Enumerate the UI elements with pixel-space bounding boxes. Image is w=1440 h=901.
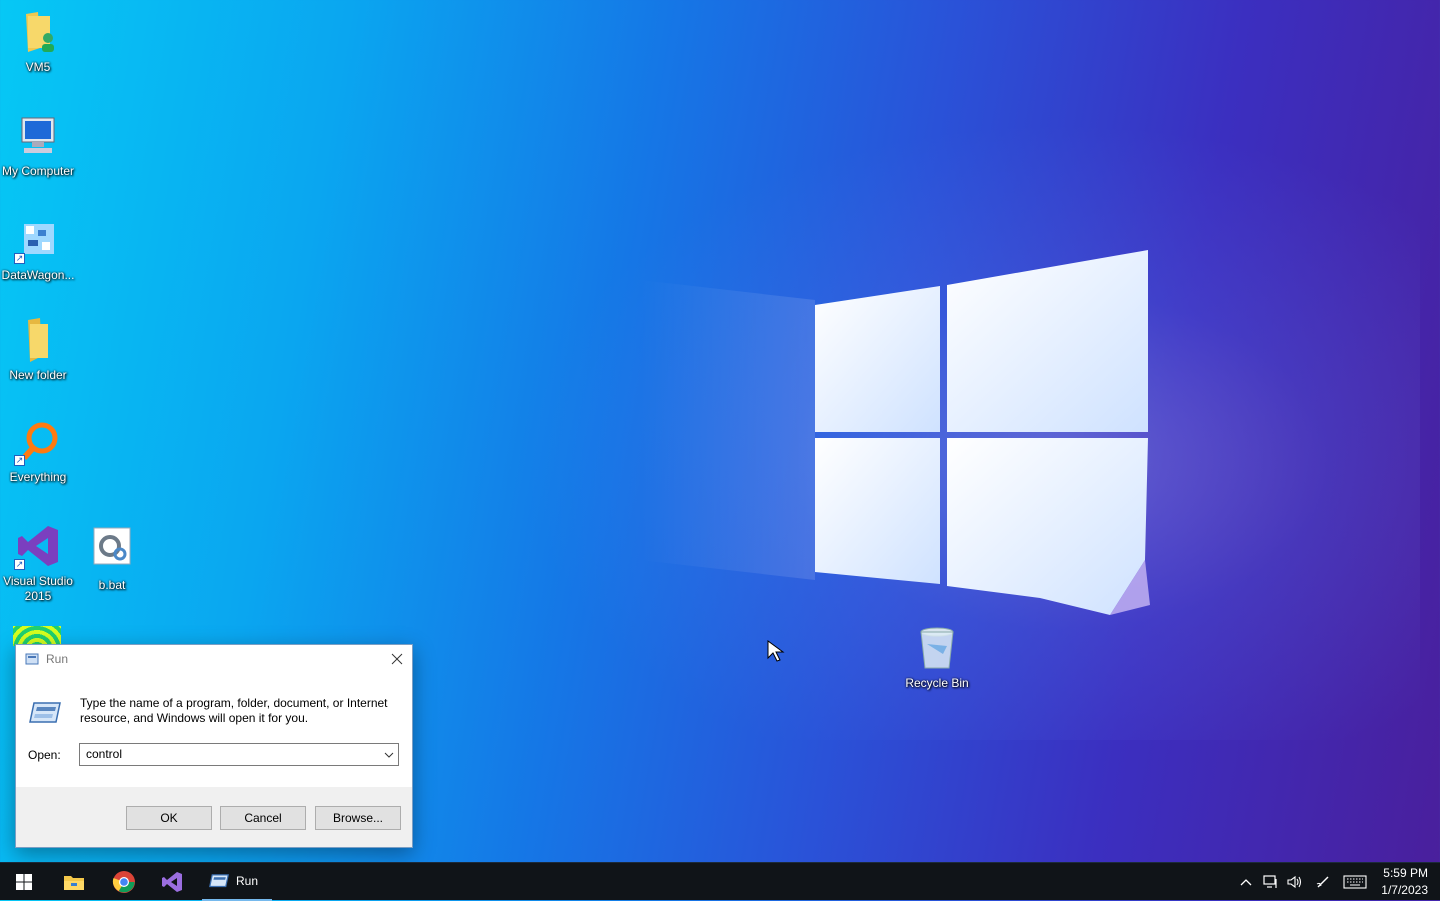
network-icon — [1263, 875, 1277, 888]
desktop-icon-label: Recycle Bin — [905, 676, 969, 690]
desktop-icon-my-computer[interactable]: My Computer — [0, 112, 76, 179]
shortcut-arrow-icon: ↗ — [14, 455, 25, 466]
visual-studio-icon — [162, 872, 182, 892]
start-button[interactable] — [4, 863, 44, 901]
computer-icon — [14, 112, 62, 160]
partial-desktop-icon[interactable] — [13, 626, 61, 646]
desktop-icon-label: New folder — [9, 368, 67, 382]
open-input[interactable]: control — [86, 747, 122, 761]
run-description: Type the name of a program, folder, docu… — [80, 696, 388, 725]
chevron-up-icon — [1240, 879, 1252, 886]
touch-keyboard-button[interactable] — [1340, 863, 1370, 901]
close-icon — [391, 653, 403, 665]
run-dialog-title: Run — [46, 652, 69, 666]
clock-date: 1/7/2023 — [1381, 883, 1428, 897]
search-shortcut-icon: ↗ — [14, 418, 62, 466]
desktop-icon-vm5[interactable]: VM5 — [0, 8, 76, 75]
desktop-icon-label: My Computer — [1, 164, 75, 178]
desktop-icon-datawagon[interactable]: ↗ DataWagon... — [0, 216, 76, 283]
run-app-icon — [209, 874, 229, 888]
desktop-icon-label: VM5 — [25, 60, 51, 74]
run-dialog-titlebar[interactable]: Run — [16, 645, 412, 673]
speaker-icon — [1287, 875, 1302, 889]
mouse-cursor-icon — [767, 640, 785, 662]
clock-time: 5:59 PM — [1383, 866, 1428, 880]
browse-button[interactable]: Browse... — [315, 806, 401, 830]
chevron-down-icon — [384, 752, 394, 758]
recycle-bin-icon — [913, 624, 961, 672]
shortcut-arrow-icon: ↗ — [14, 253, 25, 264]
close-button[interactable] — [382, 645, 412, 673]
folder-icon — [14, 316, 62, 364]
visual-studio-icon: ↗ — [14, 522, 62, 570]
chrome-icon — [112, 871, 135, 893]
desktop-icon-label: Visual Studio 2015 — [3, 574, 73, 603]
pen-tray-button[interactable] — [1312, 863, 1334, 901]
windows-start-icon — [16, 874, 32, 890]
desktop-icon-label: Everything — [9, 470, 67, 484]
taskbar-clock[interactable]: 5:59 PM 1/7/2023 — [1381, 865, 1428, 899]
desktop-icon-recycle-bin[interactable]: Recycle Bin — [899, 624, 975, 691]
file-explorer-icon — [64, 876, 84, 890]
run-app-icon — [25, 653, 39, 665]
taskbar-chrome[interactable] — [104, 863, 144, 901]
pen-icon — [1316, 876, 1329, 888]
cancel-button[interactable]: Cancel — [220, 806, 306, 830]
show-hidden-icons-button[interactable] — [1236, 863, 1256, 901]
open-label: Open: — [28, 748, 61, 762]
run-dialog: Run Type the name of a program, folder, … — [15, 644, 413, 848]
desktop-icon-new-folder[interactable]: New folder — [0, 316, 76, 383]
keyboard-icon — [1343, 875, 1367, 889]
shortcut-arrow-icon: ↗ — [14, 559, 25, 570]
desktop-icon-visual-studio[interactable]: ↗ Visual Studio 2015 — [0, 522, 76, 604]
user-folder-icon — [14, 8, 62, 56]
desktop-icon-label: b.bat — [98, 578, 126, 592]
batch-file-icon — [88, 526, 136, 574]
taskbar-run[interactable]: Run — [202, 863, 272, 901]
run-icon — [29, 702, 61, 723]
ok-button[interactable]: OK — [126, 806, 212, 830]
desktop-icon-bbat[interactable]: b.bat — [74, 526, 150, 593]
desktop-icon-label: DataWagon... — [1, 268, 75, 282]
network-tray-button[interactable] — [1260, 863, 1282, 901]
open-combobox[interactable]: control — [79, 743, 399, 766]
desktop-icon-everything[interactable]: ↗ Everything — [0, 418, 76, 485]
volume-tray-button[interactable] — [1284, 863, 1306, 901]
taskbar: Run 5:59 PM 1/7/2023 — [0, 862, 1440, 901]
app-shortcut-icon: ↗ — [14, 216, 62, 264]
taskbar-visual-studio[interactable] — [152, 863, 192, 901]
dropdown-button[interactable] — [380, 744, 398, 765]
windows-logo-wallpaper — [640, 250, 1150, 615]
taskbar-file-explorer[interactable] — [54, 863, 94, 901]
taskbar-run-label: Run — [236, 874, 259, 888]
